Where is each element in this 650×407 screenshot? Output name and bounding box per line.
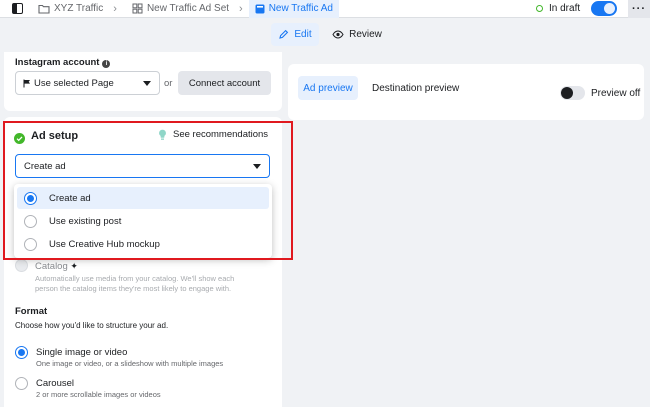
single-image-description: One image or video, or a slideshow with … — [36, 359, 224, 368]
tab-review[interactable]: Review — [331, 23, 383, 46]
sidebar-toggle-icon[interactable] — [12, 3, 23, 14]
highlight-box — [3, 121, 293, 260]
status-label: In draft — [549, 3, 581, 14]
format-subtitle: Choose how you'd like to structure your … — [15, 321, 169, 330]
catalog-description-line2: person the catalog items they're most li… — [35, 284, 232, 293]
caret-down-icon — [143, 81, 151, 86]
catalog-description-line1: Automatically use media from your catalo… — [35, 274, 235, 283]
single-image-label: Single image or video — [36, 347, 128, 358]
breadcrumb-label: New Traffic Ad — [268, 3, 333, 14]
breadcrumb-label: New Traffic Ad Set — [146, 3, 230, 14]
tab-destination-preview[interactable]: Destination preview — [372, 76, 459, 100]
catalog-radio[interactable] — [15, 259, 28, 272]
chevron-right-icon: › — [113, 2, 117, 15]
tab-edit[interactable]: Edit — [271, 23, 319, 46]
format-title: Format — [15, 306, 48, 317]
preview-toggle[interactable] — [560, 86, 585, 100]
breadcrumb-ad[interactable]: New Traffic Ad — [248, 0, 339, 18]
or-text: or — [164, 78, 173, 89]
ad-square-icon — [255, 4, 265, 14]
single-image-radio[interactable] — [15, 346, 28, 359]
ad-preview-panel: Ad preview Destination preview Preview o… — [288, 64, 644, 120]
carousel-radio[interactable] — [15, 377, 28, 390]
instagram-account-label: Instagram account — [15, 57, 100, 68]
breadcrumb-campaign[interactable]: XYZ Traffic — [38, 0, 103, 18]
eye-icon — [332, 30, 344, 39]
top-bar: XYZ Traffic › New Traffic Ad Set › New T… — [0, 0, 650, 18]
breadcrumb-ad-set[interactable]: New Traffic Ad Set — [132, 0, 229, 18]
select-value: Use selected Page — [34, 77, 114, 89]
chevron-right-icon: › — [239, 2, 243, 15]
instagram-account-select[interactable]: Use selected Page — [15, 71, 160, 95]
tab-label: Review — [349, 29, 382, 40]
preview-toggle-label: Preview off — [591, 88, 641, 99]
catalog-label-text: Catalog — [35, 261, 68, 272]
instagram-account-card: Instagram account i Use selected Page or … — [4, 52, 282, 111]
status-dot-icon — [536, 5, 543, 12]
catalog-label: Catalog ✦ — [35, 261, 78, 272]
tab-label: Edit — [294, 29, 312, 40]
folder-icon — [38, 4, 50, 14]
breadcrumb-label: XYZ Traffic — [54, 3, 104, 14]
more-options-button[interactable]: ··· — [628, 0, 650, 18]
carousel-label: Carousel — [36, 378, 75, 389]
grid-icon — [132, 3, 143, 14]
sparkle-icon: ✦ — [70, 261, 78, 271]
draft-status: In draft — [536, 3, 580, 14]
pencil-icon — [278, 29, 289, 40]
tab-ad-preview[interactable]: Ad preview — [298, 76, 358, 100]
info-icon: i — [102, 60, 111, 68]
carousel-description: 2 or more scrollable images or videos — [36, 390, 161, 399]
connect-account-button[interactable]: Connect account — [178, 71, 271, 95]
instagram-account-title: Instagram account i — [15, 57, 111, 68]
ad-on-off-toggle[interactable] — [591, 1, 617, 16]
flag-icon — [23, 79, 31, 91]
